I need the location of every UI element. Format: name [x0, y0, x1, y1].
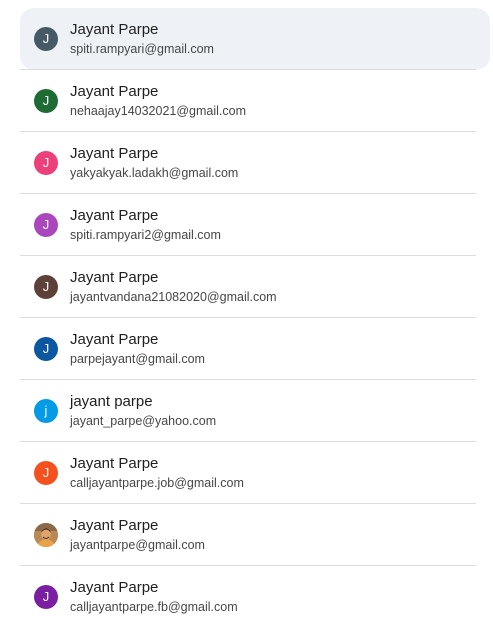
account-email: calljayantparpe.fb@gmail.com [70, 600, 238, 614]
account-name: Jayant Parpe [70, 579, 159, 596]
account-email: jayantvandana21082020@gmail.com [70, 290, 277, 304]
account-email: jayantparpe@gmail.com [70, 538, 205, 552]
account-email: jayant_parpe@yahoo.com [70, 414, 217, 428]
account-row[interactable]: J Jayant Parpe jayantvandana21082020@gmail… [20, 256, 490, 318]
profile-photo-avatar [34, 523, 58, 547]
avatar: J [34, 585, 58, 609]
account-name: Jayant Parpe [70, 455, 159, 472]
account-list: J Jayant Parpe spiti.rampyari@gmail.com J Ja… [0, 0, 493, 623]
account-row[interactable]: J Jayant Parpe yakyakyak.ladakh@gmail.com [20, 132, 490, 194]
account-name: Jayant Parpe [70, 517, 159, 534]
avatar: J [34, 275, 58, 299]
avatar: j [34, 399, 58, 423]
avatar: J [34, 27, 58, 51]
account-row[interactable]: J Jayant Parpe calljayantparpe.job@gmail.c… [20, 442, 490, 504]
account-row[interactable]: j jayant parpe jayant_parpe@yahoo.com [20, 380, 490, 442]
account-email: spiti.rampyari@gmail.com [70, 42, 214, 56]
account-email: parpejayant@gmail.com [70, 352, 205, 366]
account-row[interactable]: J Jayant Parpe spiti.rampyari2@gmail.com [20, 194, 490, 256]
avatar: J [34, 213, 58, 237]
account-email: calljayantparpe.job@gmail.com [70, 476, 244, 490]
avatar: J [34, 151, 58, 175]
avatar: J [34, 461, 58, 485]
account-row[interactable]: J Jayant Parpe spiti.rampyari@gmail.com [20, 8, 490, 70]
account-row[interactable]: J Jayant Parpe nehaajay14032021@gmail.com [20, 70, 490, 132]
avatar: J [34, 337, 58, 361]
account-name: Jayant Parpe [70, 83, 159, 100]
account-row[interactable]: J Jayant Parpe parpejayant@gmail.com [20, 318, 490, 380]
account-name: Jayant Parpe [70, 21, 159, 38]
account-name: Jayant Parpe [70, 145, 159, 162]
account-email: nehaajay14032021@gmail.com [70, 104, 247, 118]
account-name: jayant parpe [70, 393, 153, 410]
account-email: spiti.rampyari2@gmail.com [70, 228, 221, 242]
avatar: J [34, 89, 58, 113]
account-row[interactable]: Jayant Parpe jayantparpe@gmail.com [20, 504, 490, 566]
account-row[interactable]: J Jayant Parpe calljayantparpe.fb@gmail.co… [20, 566, 490, 628]
account-name: Jayant Parpe [70, 207, 159, 224]
profile-photo-icon [34, 523, 58, 547]
account-email: yakyakyak.ladakh@gmail.com [70, 166, 239, 180]
account-name: Jayant Parpe [70, 269, 159, 286]
account-name: Jayant Parpe [70, 331, 159, 348]
